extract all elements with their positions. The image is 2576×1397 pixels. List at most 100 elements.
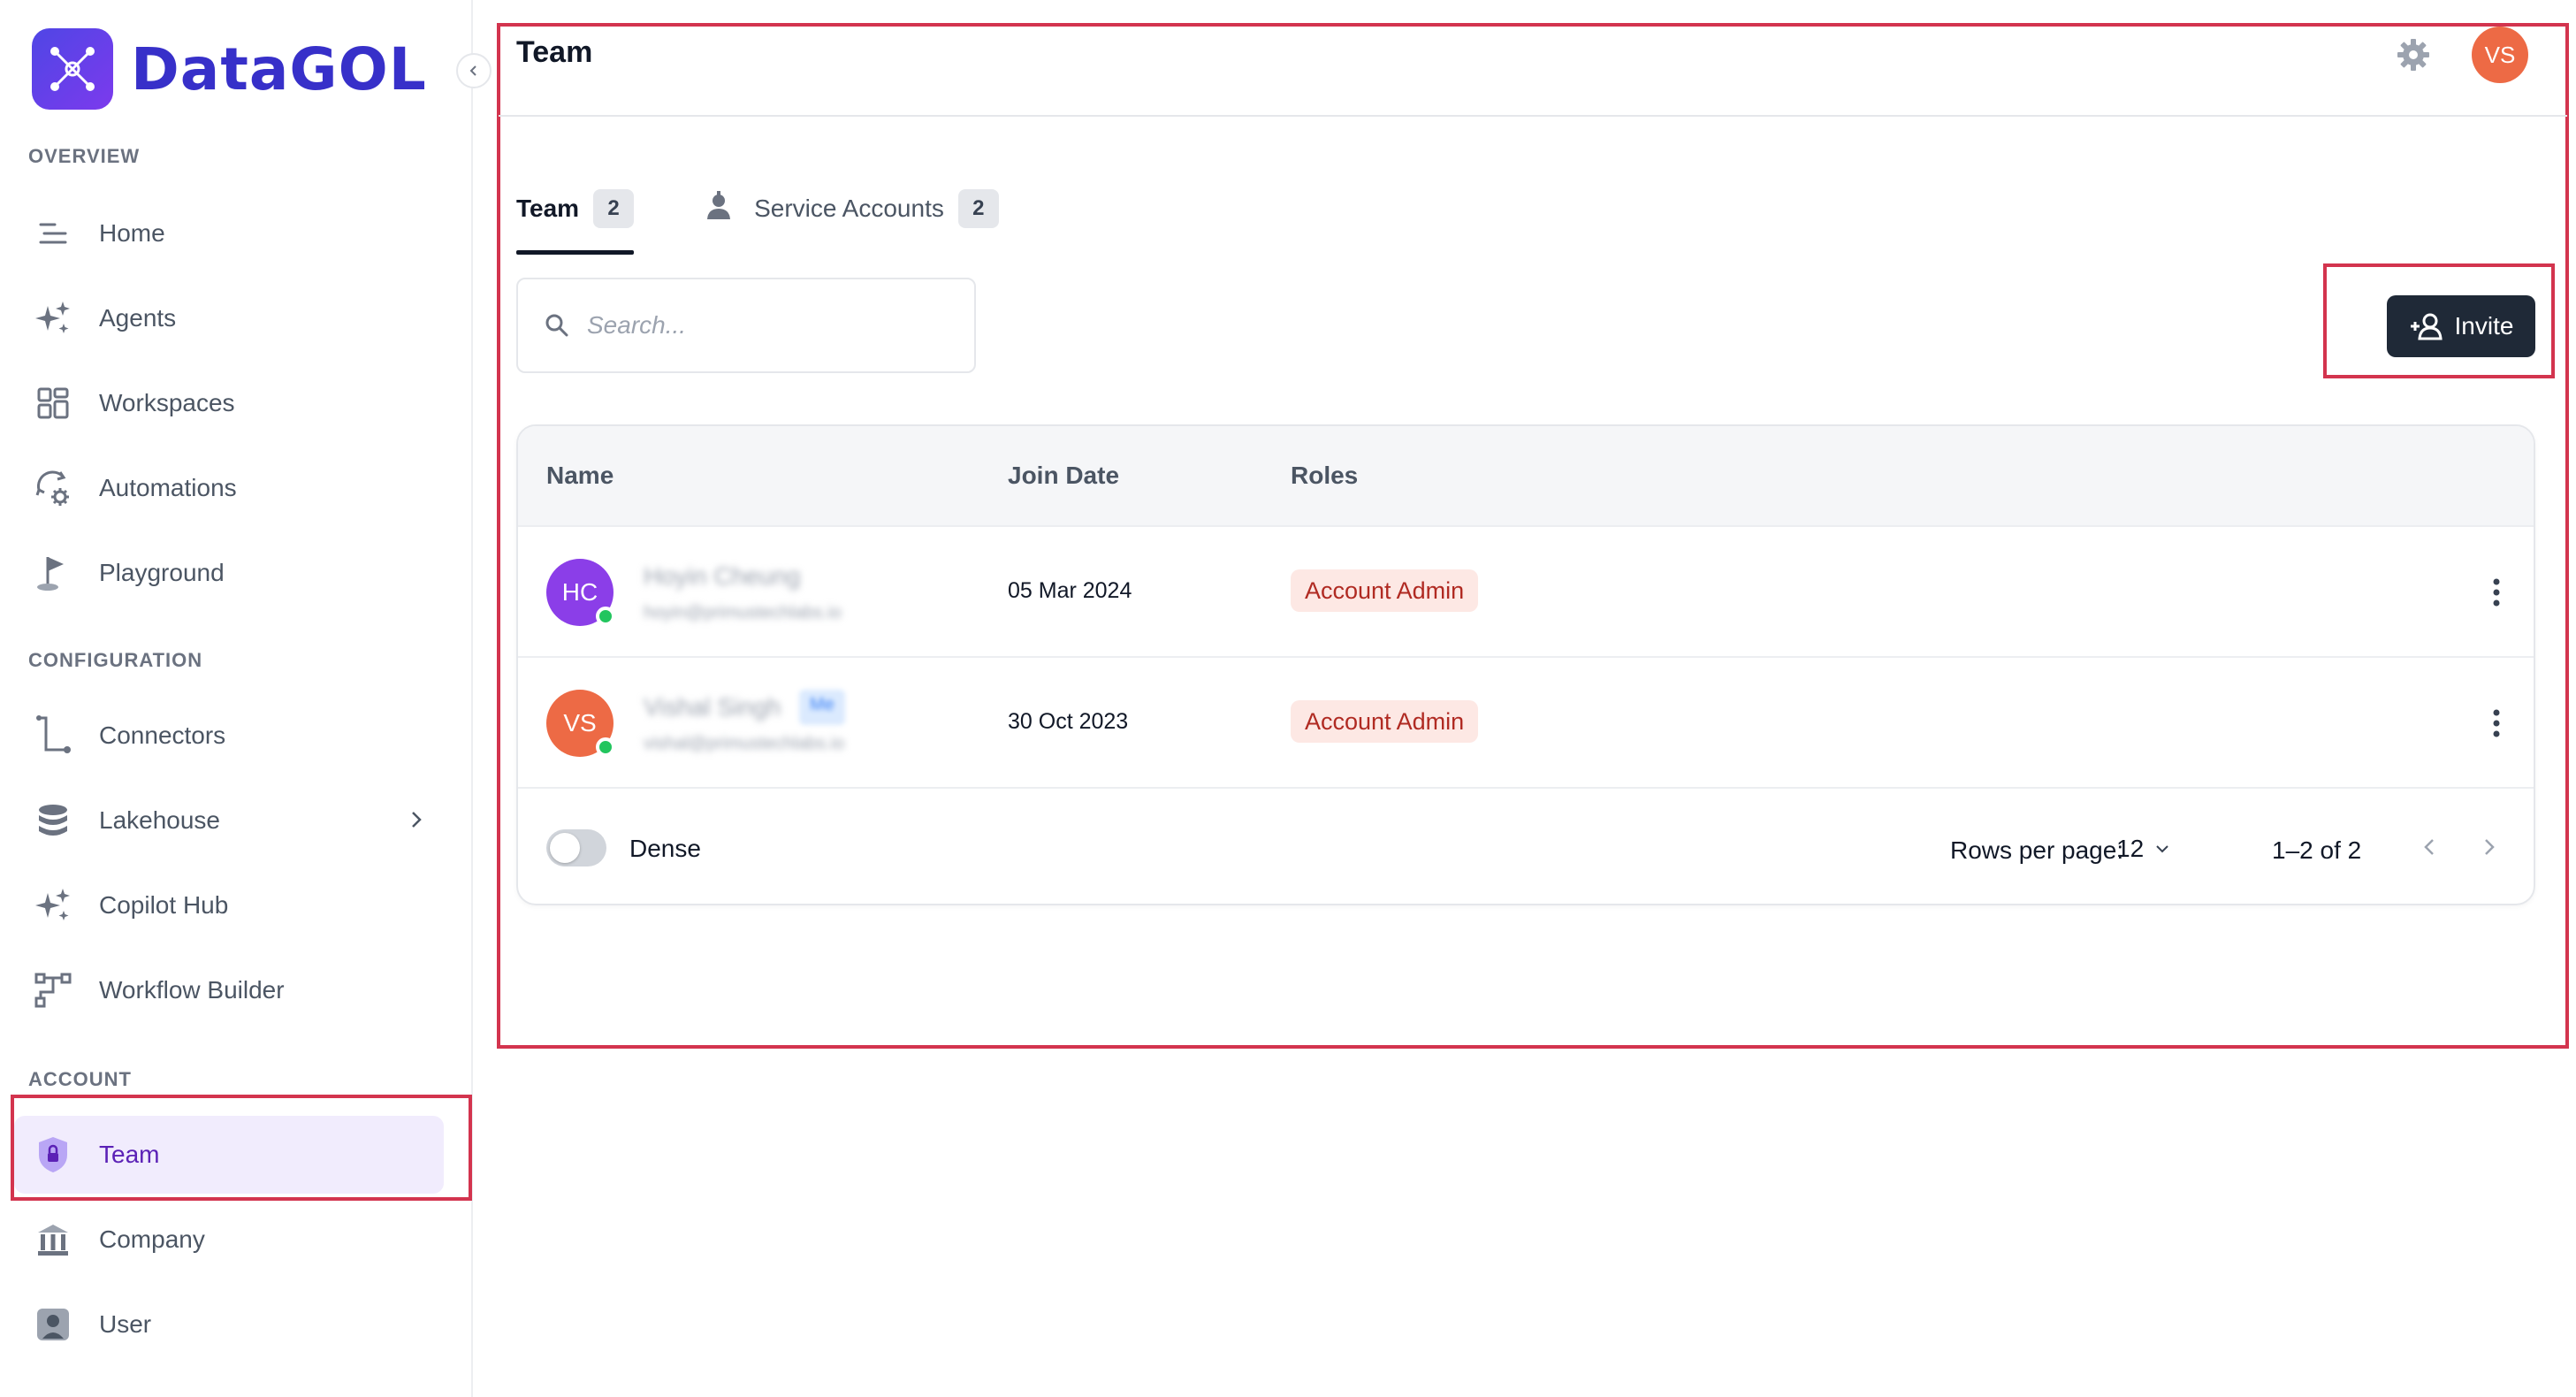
sidebar-item-label: Automations bbox=[99, 474, 237, 501]
sidebar-item-label: Connectors bbox=[99, 721, 226, 749]
rows-per-page-value: 12 bbox=[2116, 835, 2145, 862]
main-content: Team VS Team 2 Service Accounts 2 Invite… bbox=[499, 25, 2567, 1047]
section-title-account: ACCOUNT bbox=[28, 1068, 132, 1090]
sparkle-icon bbox=[32, 884, 74, 927]
sidebar-item-label: Workflow Builder bbox=[99, 976, 285, 1004]
tab-label: Team bbox=[516, 195, 580, 222]
invite-button[interactable]: Invite bbox=[2387, 295, 2535, 357]
tab-service-accounts[interactable]: Service Accounts 2 bbox=[705, 166, 999, 251]
tab-count-badge: 2 bbox=[593, 189, 635, 228]
member-name: Vishal Singh bbox=[644, 693, 781, 721]
flag-icon bbox=[32, 552, 74, 594]
me-tag: Me bbox=[799, 690, 845, 725]
database-icon bbox=[32, 799, 74, 842]
team-table: Name Join Date Roles HC Hoyin Cheung hoy… bbox=[516, 424, 2535, 905]
sidebar-item-label: Copilot Hub bbox=[99, 891, 229, 919]
service-account-icon bbox=[705, 190, 733, 227]
chevron-left-icon bbox=[469, 65, 476, 76]
member-name: Hoyin Cheung bbox=[644, 562, 801, 590]
header-divider bbox=[499, 115, 2567, 117]
sidebar-item-workspaces[interactable]: Workspaces bbox=[14, 364, 444, 442]
sidebar-item-user[interactable]: User bbox=[14, 1286, 444, 1363]
sidebar-item-label: Company bbox=[99, 1225, 205, 1253]
gear-icon bbox=[2397, 39, 2429, 71]
sparkle-icon bbox=[32, 297, 74, 340]
table-footer: Dense Rows per page: 12 1–2 of 2 bbox=[518, 789, 2534, 904]
column-header-join-date[interactable]: Join Date bbox=[1008, 462, 1119, 490]
more-vertical-icon bbox=[2493, 709, 2500, 737]
collapse-sidebar-button[interactable] bbox=[456, 53, 492, 88]
home-lines-icon bbox=[32, 212, 74, 255]
sidebar-item-home[interactable]: Home bbox=[14, 195, 444, 272]
previous-page-button[interactable] bbox=[2419, 833, 2440, 866]
search-input[interactable] bbox=[587, 311, 958, 340]
rows-per-page-select[interactable]: 12 bbox=[2116, 835, 2170, 863]
row-actions-button[interactable] bbox=[2491, 576, 2502, 613]
tab-label: Service Accounts bbox=[754, 195, 944, 222]
chevron-right-icon bbox=[2485, 839, 2495, 855]
column-header-name[interactable]: Name bbox=[546, 462, 614, 490]
rows-per-page-label: Rows per page: bbox=[1950, 836, 2124, 864]
section-title-configuration: CONFIGURATION bbox=[28, 649, 203, 671]
workflow-icon bbox=[32, 969, 74, 1011]
dense-toggle[interactable] bbox=[546, 829, 606, 866]
sidebar-item-lakehouse[interactable]: Lakehouse bbox=[14, 782, 444, 859]
sidebar-item-automations[interactable]: Automations bbox=[14, 449, 444, 527]
page-range: 1–2 of 2 bbox=[2272, 836, 2362, 864]
sidebar-item-workflow-builder[interactable]: Workflow Builder bbox=[14, 951, 444, 1029]
invite-button-label: Invite bbox=[2454, 312, 2514, 340]
settings-button[interactable] bbox=[2394, 35, 2433, 79]
sidebar-item-label: Playground bbox=[99, 559, 225, 586]
tab-team[interactable]: Team 2 bbox=[516, 166, 635, 255]
bank-icon bbox=[32, 1218, 74, 1261]
more-vertical-icon bbox=[2493, 578, 2500, 607]
sidebar-item-label: Workspaces bbox=[99, 389, 235, 416]
online-status-dot bbox=[596, 607, 615, 626]
row-actions-button[interactable] bbox=[2491, 707, 2502, 744]
sidebar-item-company[interactable]: Company bbox=[14, 1201, 444, 1279]
user-icon bbox=[32, 1303, 74, 1346]
page-title: Team bbox=[516, 35, 593, 69]
sidebar-item-team[interactable]: Team bbox=[14, 1116, 444, 1194]
connector-path-icon bbox=[32, 714, 74, 757]
automation-gear-icon bbox=[32, 467, 74, 509]
logo[interactable]: DataGOL bbox=[32, 28, 427, 110]
tabs: Team 2 Service Accounts 2 bbox=[516, 166, 1070, 255]
section-title-overview: OVERVIEW bbox=[28, 145, 141, 167]
search-icon bbox=[545, 314, 568, 337]
table-header: Name Join Date Roles bbox=[518, 426, 2534, 527]
sidebar-item-connectors[interactable]: Connectors bbox=[14, 697, 444, 775]
chevron-right-icon bbox=[412, 812, 422, 828]
next-page-button[interactable] bbox=[2479, 833, 2500, 866]
sidebar-item-label: Home bbox=[99, 219, 165, 247]
join-date: 05 Mar 2024 bbox=[1008, 578, 1132, 603]
user-avatar[interactable]: VS bbox=[2472, 27, 2528, 83]
online-status-dot bbox=[596, 737, 615, 757]
sidebar-item-label: Team bbox=[99, 1141, 160, 1168]
column-header-roles[interactable]: Roles bbox=[1291, 462, 1358, 490]
role-chip: Account Admin bbox=[1291, 700, 1479, 743]
chevron-left-icon bbox=[2424, 839, 2434, 855]
shield-lock-icon bbox=[32, 1134, 74, 1176]
sidebar-item-label: Lakehouse bbox=[99, 806, 221, 834]
logo-mark-icon bbox=[32, 28, 113, 110]
search-box[interactable] bbox=[516, 278, 976, 373]
dense-label: Dense bbox=[629, 835, 701, 862]
member-email: hoyin@primustechlabs.io bbox=[644, 603, 842, 622]
grid-icon bbox=[32, 382, 74, 424]
sidebar-item-label: User bbox=[99, 1310, 152, 1338]
add-user-icon bbox=[2410, 313, 2443, 340]
join-date: 30 Oct 2023 bbox=[1008, 709, 1129, 734]
sidebar-item-playground[interactable]: Playground bbox=[14, 534, 444, 612]
sidebar-item-copilot-hub[interactable]: Copilot Hub bbox=[14, 866, 444, 944]
role-chip: Account Admin bbox=[1291, 569, 1479, 612]
table-row[interactable]: VS Vishal Singh Me vishal@primustechlabs… bbox=[518, 658, 2534, 789]
sidebar-item-agents[interactable]: Agents bbox=[14, 279, 444, 357]
toggle-knob bbox=[550, 833, 580, 863]
sidebar: DataGOL OVERVIEW Home Agents Workspaces … bbox=[0, 0, 492, 1397]
chevron-down-icon bbox=[2156, 845, 2168, 853]
member-email: vishal@primustechlabs.io bbox=[644, 734, 845, 753]
tab-count-badge: 2 bbox=[957, 189, 999, 228]
logo-text: DataGOL bbox=[131, 34, 427, 103]
table-row[interactable]: HC Hoyin Cheung hoyin@primustechlabs.io … bbox=[518, 527, 2534, 658]
